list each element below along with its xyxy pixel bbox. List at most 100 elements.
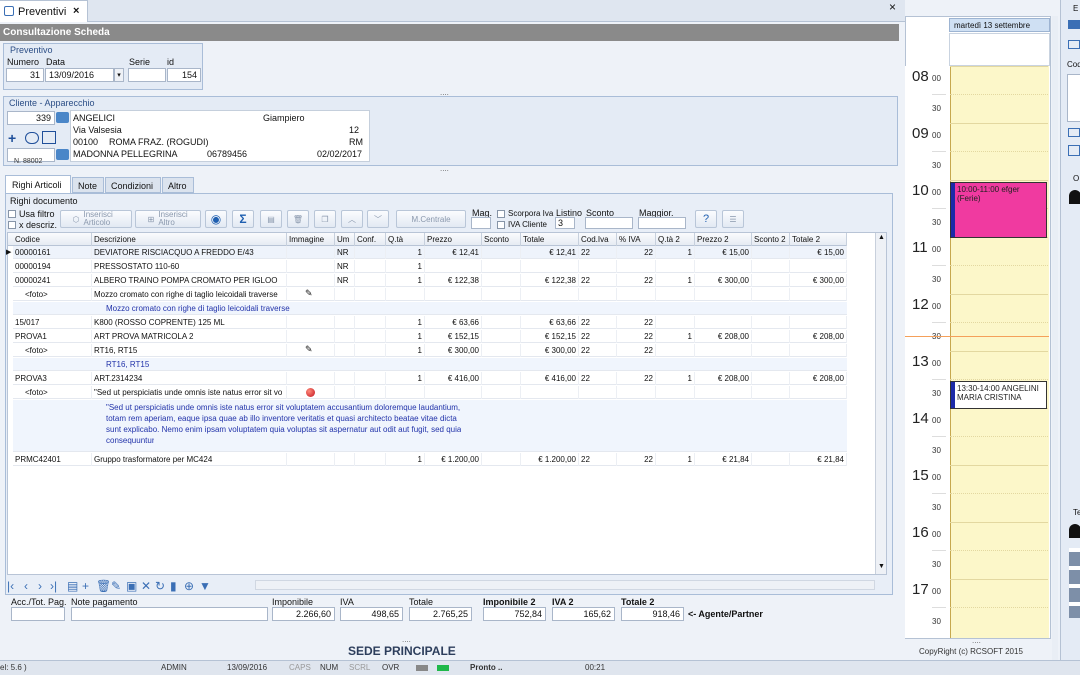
cell-um[interactable] [335,330,355,343]
view-button[interactable]: ◉ [205,210,227,228]
table-row[interactable]: <foto> RT16, RT15 ✎ 1 € 300,00 € 300,00 22 22 [13,344,847,357]
vertical-splitter[interactable] [1052,16,1058,660]
serie-field[interactable] [128,68,166,82]
filter-icon[interactable]: ▼ [199,579,211,593]
table-row[interactable]: 00000241 ALBERO TRAINO POMPA CROMATO PER … [13,274,847,287]
cell-totale[interactable]: € 300,00 [521,344,579,357]
cell-totale2[interactable] [790,344,847,357]
cell-um[interactable] [335,386,355,399]
cell-prezzo[interactable]: € 416,00 [425,372,482,385]
cell-totale[interactable]: € 152,15 [521,330,579,343]
inserisci-altro-button[interactable]: ⊞ Inserisci Altro [135,210,201,228]
cell-descrizione[interactable]: "Sed ut perspiciatis unde omnis iste nat… [92,386,287,399]
column-header-prezzo[interactable]: Prezzo [425,233,482,246]
cell-totale[interactable]: € 1.200,00 [521,453,579,466]
maggior-field[interactable] [638,217,686,229]
cell-totale2[interactable] [790,316,847,329]
cell-qta[interactable]: 1 [386,372,425,385]
cell-qta[interactable]: 1 [386,274,425,287]
right-input[interactable] [1067,74,1080,122]
cell-sconto2[interactable] [752,453,790,466]
cell-codice[interactable]: 15/017 [13,316,92,329]
cell-sconto2[interactable] [752,316,790,329]
tab-altro[interactable]: Altro [162,177,194,193]
cell-perc-iva[interactable] [617,386,656,399]
grid-scrollbar[interactable]: ▲ ▼ [875,233,886,574]
cell-qta[interactable]: 1 [386,344,425,357]
cell-totale[interactable] [521,260,579,273]
cancel-record-icon[interactable]: ✕ [141,579,151,593]
cell-immagine[interactable] [287,260,335,273]
cell-totale2[interactable]: € 21,84 [790,453,847,466]
grid-button[interactable]: ▤ [260,210,282,228]
cell-qta2[interactable]: 1 [656,330,695,343]
splitter-dots-4[interactable]: .... [972,636,981,645]
grid-nav-icon[interactable]: ▤ [67,579,78,593]
sconto-field[interactable] [585,217,633,229]
cell-sconto2[interactable] [752,260,790,273]
view-client-icon[interactable] [25,132,39,144]
cell-descrizione[interactable]: Mozzo cromato con righe di taglio leicoi… [92,288,287,301]
cell-sconto2[interactable] [752,386,790,399]
cell-qta2[interactable] [656,288,695,301]
cell-conf[interactable] [355,372,386,385]
cell-conf[interactable] [355,274,386,287]
inserisci-articolo-button[interactable]: ⬡ Inserisci Articolo [60,210,132,228]
move-down-button[interactable]: ﹀ [367,210,389,228]
add-client-icon[interactable]: + [8,130,16,146]
cell-qta[interactable]: 1 [386,260,425,273]
cell-prezzo2[interactable] [695,260,752,273]
cell-conf[interactable] [355,288,386,301]
cell-immagine[interactable]: ✎ [287,344,335,357]
cell-um[interactable]: NR [335,274,355,287]
calendar-event-angelini[interactable]: 13:30-14:00 ANGELINI MARIA CRISTINA [950,381,1047,409]
cell-perc-iva[interactable] [617,260,656,273]
cell-um[interactable] [335,344,355,357]
cell-codice[interactable]: 00000194 [13,260,92,273]
delete-record-icon[interactable]: 🗑 [96,579,111,593]
splitter-dots-3[interactable]: .... [402,635,411,644]
cell-qta2[interactable] [656,260,695,273]
table-row[interactable]: <foto> Mozzo cromato con righe di taglio … [13,288,847,301]
cell-cod-iva[interactable]: 22 [579,330,617,343]
cell-cod-iva[interactable] [579,386,617,399]
table-row[interactable]: 15/017 K800 (ROSSO COPRENTE) 125 ML 1 € 63,… [13,316,847,329]
cell-codice[interactable]: <foto> [13,288,92,301]
cell-totale2[interactable]: € 208,00 [790,330,847,343]
scroll-up-icon[interactable]: ▲ [878,234,885,241]
close-window-icon[interactable]: × [889,0,896,14]
cell-codice[interactable]: PRMC42401 [13,453,92,466]
table-row[interactable]: RT16, RT15 [13,358,847,371]
splitter-dots-2[interactable]: .... [440,164,449,173]
column-header-immagine[interactable]: Immagine [287,233,335,246]
cell-qta[interactable]: 1 [386,453,425,466]
cell-cod-iva[interactable]: 22 [579,344,617,357]
column-header-totale[interactable]: Totale [521,233,579,246]
scroll-down-icon[interactable]: ▼ [878,563,885,570]
table-row[interactable]: <foto> "Sed ut perspiciatis unde omnis is… [13,386,847,399]
goto-bookmark-icon[interactable]: ⊕ [184,579,194,593]
cell-totale[interactable]: € 416,00 [521,372,579,385]
table-row[interactable]: "Sed ut perspiciatis unde omnis iste nat… [13,400,847,452]
client-card-icon[interactable] [42,131,56,144]
cell-um[interactable]: NR [335,246,355,259]
cell-sconto2[interactable] [752,288,790,301]
iva-cliente-checkbox[interactable] [497,221,505,229]
table-row[interactable]: PRMC42401 Gruppo trasformatore per MC424 1… [13,453,847,466]
cell-prezzo2[interactable] [695,288,752,301]
cell-sconto[interactable] [482,274,521,287]
cell-descrizione[interactable]: ALBERO TRAINO POMPA CROMATO PER IGLOO [92,274,287,287]
cell-cod-iva[interactable]: 22 [579,453,617,466]
column-header-um[interactable]: Um [335,233,355,246]
cell-cod-iva[interactable] [579,260,617,273]
cell-prezzo2[interactable] [695,386,752,399]
cell-um[interactable] [335,372,355,385]
scorpora-iva-checkbox[interactable] [497,210,505,218]
cell-cod-iva[interactable]: 22 [579,246,617,259]
table-row[interactable]: PROVA1 ART PROVA MATRICOLA 2 1 € 152,15 € 15… [13,330,847,343]
cell-prezzo2[interactable]: € 208,00 [695,330,752,343]
cell-conf[interactable] [355,344,386,357]
cell-immagine[interactable] [287,246,335,259]
cell-prezzo[interactable]: € 152,15 [425,330,482,343]
calendar-allday-area[interactable] [949,33,1050,66]
